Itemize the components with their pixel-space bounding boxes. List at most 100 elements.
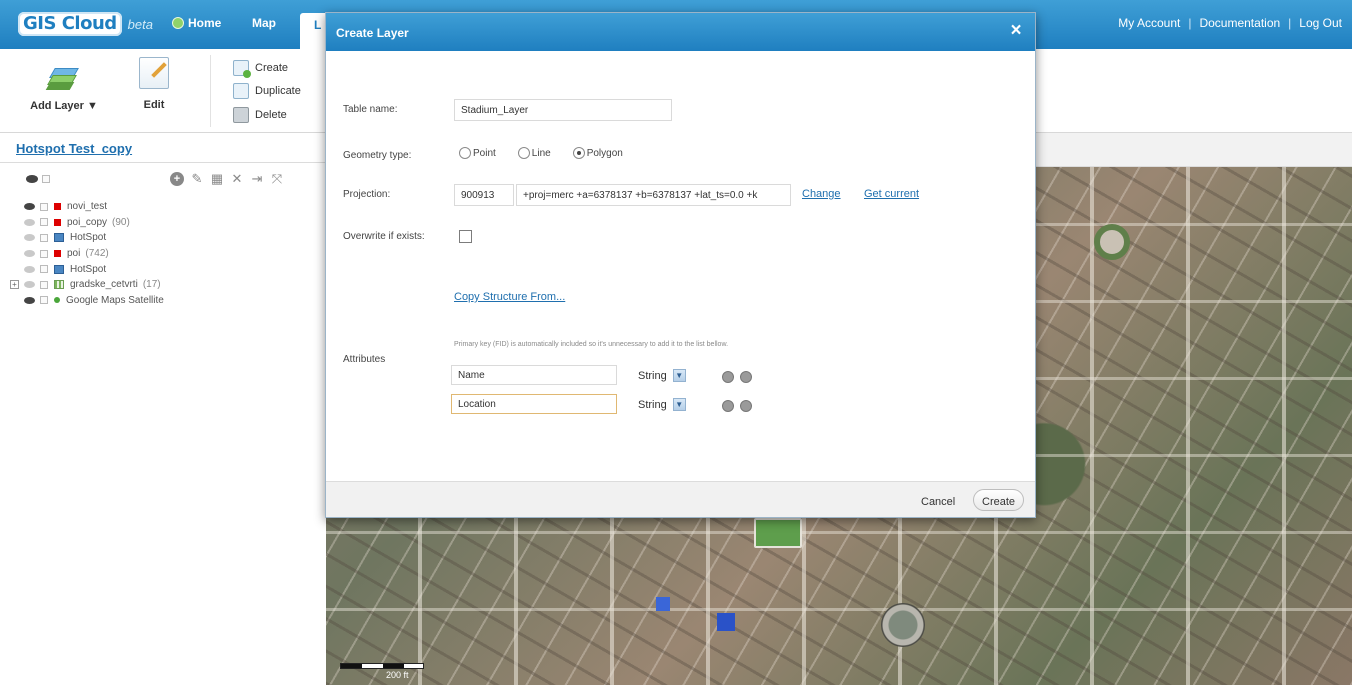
layer-checkbox[interactable] (40, 265, 48, 274)
point-layer-style-icon (54, 250, 61, 258)
layer-checkbox[interactable] (40, 233, 48, 242)
layer-checkbox[interactable] (40, 280, 48, 289)
map-scale-bar (340, 663, 424, 669)
map-title-bar: Hotspot Test_copy (0, 133, 325, 163)
attribute-type-select-1[interactable]: String ▼ (638, 369, 686, 382)
layer-row[interactable]: HotSpot (10, 261, 320, 277)
delete-layer-button[interactable]: Delete (233, 107, 287, 123)
polygon-layer-style-icon (54, 233, 64, 243)
change-projection-link[interactable]: Change (802, 188, 841, 200)
radio-line-label: Line (531, 147, 551, 159)
logo-text: GIS Cloud (18, 12, 122, 36)
layer-tools: + ✎ ▦ ✕ ⇥ ⤧ (0, 170, 325, 190)
layer-row[interactable]: Google Maps Satellite (10, 293, 320, 309)
remove-attribute-icon[interactable] (722, 371, 734, 383)
layer-checkbox[interactable] (40, 249, 48, 258)
layer-name: gradske_cetvrti (70, 279, 138, 291)
table-icon[interactable]: ▦ (210, 172, 224, 186)
add-layer-button[interactable]: Add Layer ▼ (20, 64, 108, 112)
close-icon[interactable]: × (1007, 21, 1025, 40)
expand-icon[interactable]: ⤧ (270, 172, 284, 186)
link-separator: | (1288, 16, 1292, 30)
projection-label: Projection: (343, 189, 391, 200)
attribute-type-value-2: String (638, 398, 667, 411)
toggle-all-visibility-icon[interactable] (26, 175, 38, 183)
add-icon[interactable]: + (170, 172, 184, 186)
cancel-button[interactable]: Cancel (912, 489, 964, 511)
create-layer-button[interactable]: Create (233, 60, 289, 78)
get-current-projection-link[interactable]: Get current (864, 188, 919, 200)
visibility-eye-icon[interactable] (24, 281, 35, 289)
overwrite-label: Overwrite if exists: (343, 231, 425, 242)
visibility-eye-icon[interactable] (24, 234, 35, 242)
toolbar-divider (210, 55, 211, 127)
layer-row[interactable]: + gradske_cetvrti (17) (10, 277, 320, 293)
layer-checkbox[interactable] (40, 218, 48, 227)
layer-feature-count: (17) (142, 279, 161, 291)
create-label: Create (255, 62, 289, 74)
layer-checkbox[interactable] (40, 202, 48, 211)
layer-name: Google Maps Satellite (66, 294, 164, 306)
projection-code-field[interactable]: 900913 (454, 184, 514, 206)
table-name-input[interactable] (454, 99, 672, 121)
nav-home[interactable]: Home (172, 16, 221, 30)
radio-polygon[interactable]: Polygon (572, 147, 623, 159)
dialog-footer: Cancel Create (326, 481, 1035, 517)
attribute-type-select-2[interactable]: String ▼ (638, 398, 686, 411)
dialog-body: Table name: Geometry type: Point Line Po… (326, 51, 1035, 481)
gis-cloud-logo[interactable]: GIS Cloud beta (18, 11, 153, 37)
map-football-field (754, 518, 802, 548)
layer-list: novi_test poi_copy (90) HotSpot poi (742) HotS… (10, 199, 320, 308)
radio-point-circle (459, 147, 471, 159)
visibility-eye-icon[interactable] (24, 218, 35, 226)
visibility-eye-icon[interactable] (24, 265, 35, 273)
radio-line[interactable]: Line (517, 147, 551, 159)
create-button[interactable]: Create (973, 489, 1025, 511)
overwrite-checkbox[interactable] (459, 230, 472, 243)
visibility-eye-icon[interactable] (24, 296, 35, 304)
map-roundabout (1094, 224, 1130, 260)
layer-name: HotSpot (70, 232, 107, 244)
log-out-link[interactable]: Log Out (1299, 16, 1342, 30)
attribute-name-input-2[interactable] (451, 394, 617, 414)
layer-row[interactable]: poi (742) (10, 246, 320, 262)
layer-row[interactable]: poi_copy (90) (10, 215, 320, 231)
projection-string-field[interactable]: +proj=merc +a=6378137 +b=6378137 +lat_ts… (516, 184, 791, 206)
table-name-label: Table name: (343, 104, 398, 115)
duplicate-layer-button[interactable]: Duplicate (233, 83, 301, 99)
map-title-link[interactable]: Hotspot Test_copy (16, 141, 132, 156)
select-all-checkbox[interactable] (42, 175, 50, 183)
remove-icon[interactable]: ✕ (230, 172, 244, 186)
add-attribute-icon[interactable] (740, 400, 752, 412)
layer-row[interactable]: HotSpot (10, 230, 320, 246)
map-blue-roof (656, 597, 670, 611)
my-account-link[interactable]: My Account (1118, 16, 1180, 30)
radio-point[interactable]: Point (459, 147, 496, 159)
attributes-label: Attributes (343, 354, 386, 365)
remove-attribute-icon[interactable] (722, 400, 734, 412)
documentation-link[interactable]: Documentation (1199, 16, 1280, 30)
visibility-eye-icon[interactable] (24, 250, 35, 258)
home-icon (172, 17, 184, 29)
filter-icon[interactable]: ⇥ (250, 172, 264, 186)
map-blue-roof (717, 613, 735, 631)
layer-name: poi_copy (67, 216, 108, 228)
add-attribute-icon[interactable] (740, 371, 752, 383)
layer-checkbox[interactable] (40, 296, 48, 305)
expand-tree-icon[interactable]: + (10, 280, 19, 290)
pencil-icon[interactable]: ✎ (190, 172, 204, 186)
duplicate-icon (233, 83, 249, 99)
edit-button[interactable]: Edit (132, 57, 176, 111)
radio-point-label: Point (473, 147, 496, 159)
layer-row[interactable]: novi_test (10, 199, 320, 215)
radio-polygon-label: Polygon (586, 147, 623, 159)
grid-layer-style-icon (54, 280, 64, 290)
chevron-down-icon: ▼ (672, 398, 686, 411)
map-stadium (881, 603, 925, 647)
duplicate-label: Duplicate (255, 85, 301, 97)
copy-structure-link[interactable]: Copy Structure From... (454, 291, 565, 303)
attribute-name-input-1[interactable] (451, 365, 617, 385)
nav-map[interactable]: Map (252, 16, 276, 30)
layer-name: HotSpot (70, 263, 107, 275)
visibility-eye-icon[interactable] (24, 203, 35, 211)
